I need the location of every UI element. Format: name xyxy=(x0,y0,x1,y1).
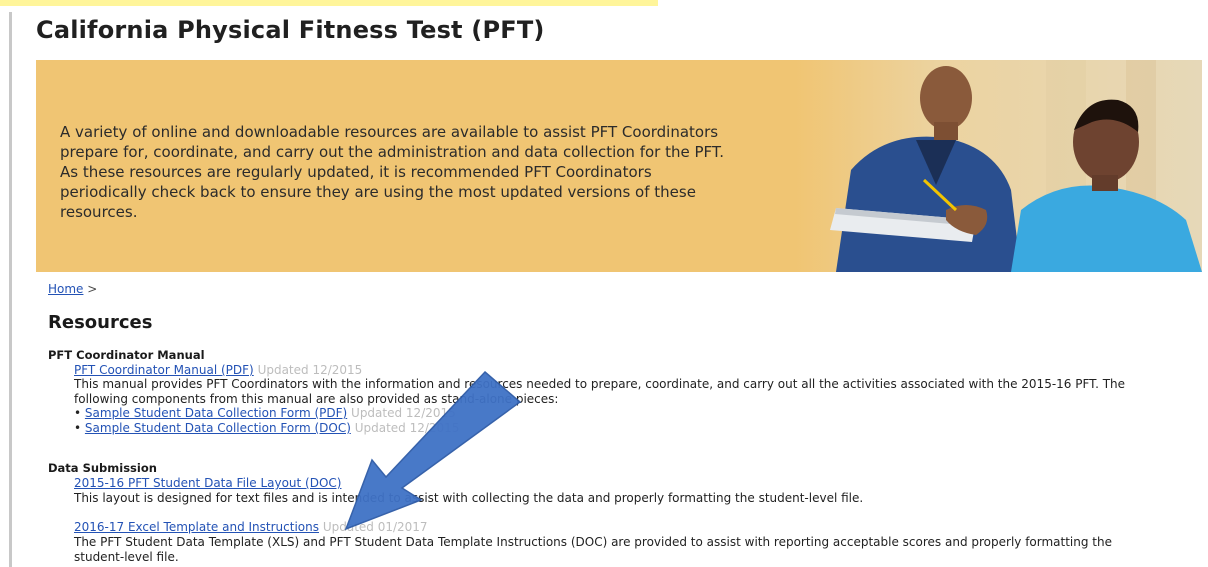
excel-template-item: 2016-17 Excel Template and Instructions … xyxy=(74,520,428,535)
coordinator-manual-link[interactable]: PFT Coordinator Manual (PDF) xyxy=(74,363,254,377)
resources-heading: Resources xyxy=(48,312,153,333)
sample-form-pdf-updated: Updated 12/2015 xyxy=(351,406,456,420)
file-layout-description: This layout is designed for text files a… xyxy=(74,491,864,505)
breadcrumb: Home > xyxy=(48,282,97,296)
coordinator-manual-description: This manual provides PFT Coordinators wi… xyxy=(74,377,1126,406)
sample-form-doc-updated: Updated 12/2015 xyxy=(354,421,460,435)
list-item: • Sample Student Data Collection Form (P… xyxy=(74,406,456,421)
banner-text: A variety of online and downloadable res… xyxy=(60,123,725,221)
file-layout-link[interactable]: 2015-16 PFT Student Data File Layout (DO… xyxy=(74,476,341,490)
list-item: • Sample Student Data Collection Form (D… xyxy=(74,421,459,436)
excel-template-link[interactable]: 2016-17 Excel Template and Instructions xyxy=(74,520,319,534)
banner-photo xyxy=(796,60,1202,272)
data-submission-heading: Data Submission xyxy=(48,461,157,475)
sample-form-doc-link[interactable]: Sample Student Data Collection Form (DOC… xyxy=(85,421,351,435)
top-highlight-strip xyxy=(0,0,658,6)
file-layout-item: 2015-16 PFT Student Data File Layout (DO… xyxy=(74,476,341,491)
coordinator-manual-updated: Updated 12/2015 xyxy=(257,363,363,377)
excel-template-updated: Updated 01/2017 xyxy=(322,520,428,534)
coordinator-manual-item: PFT Coordinator Manual (PDF) Updated 12/… xyxy=(74,363,362,378)
left-border-rule xyxy=(9,12,12,567)
sample-form-pdf-link[interactable]: Sample Student Data Collection Form (PDF… xyxy=(85,406,347,420)
bullet-icon: • xyxy=(74,406,82,420)
bullet-icon: • xyxy=(74,421,82,435)
hero-banner: A variety of online and downloadable res… xyxy=(36,60,1202,272)
page-title: California Physical Fitness Test (PFT) xyxy=(36,16,545,44)
coordinator-manual-heading: PFT Coordinator Manual xyxy=(48,348,205,362)
excel-template-description: The PFT Student Data Template (XLS) and … xyxy=(74,535,1112,564)
breadcrumb-separator: > xyxy=(87,282,98,296)
breadcrumb-home-link[interactable]: Home xyxy=(48,282,83,296)
